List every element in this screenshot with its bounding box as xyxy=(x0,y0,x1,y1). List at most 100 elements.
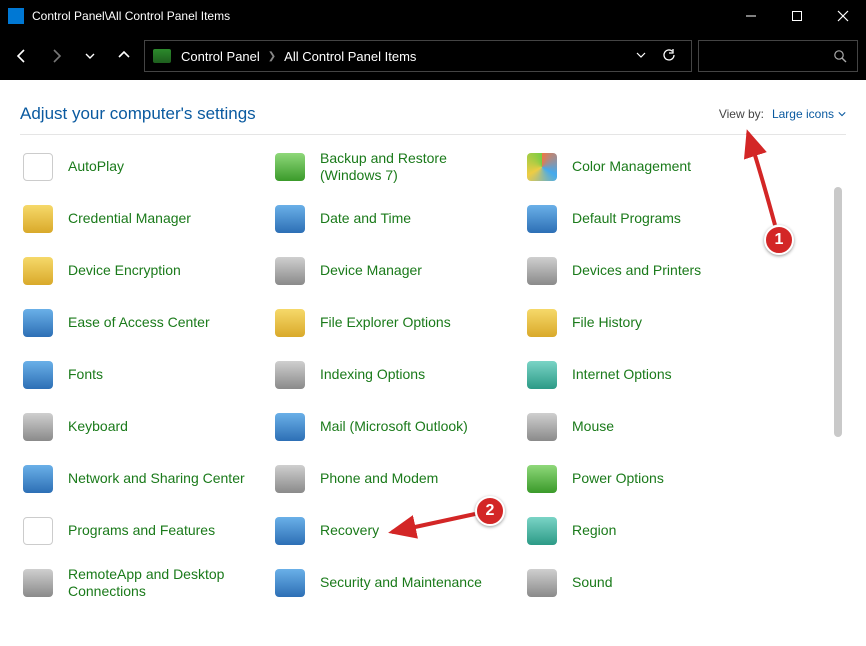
control-panel-item[interactable]: Mouse xyxy=(524,407,774,447)
content-area: Adjust your computer's settings View by:… xyxy=(0,80,866,646)
item-label: Mail (Microsoft Outlook) xyxy=(320,418,468,436)
breadcrumb-part[interactable]: All Control Panel Items xyxy=(284,49,416,64)
control-panel-item[interactable]: Programs and Features xyxy=(20,511,270,551)
item-label: Default Programs xyxy=(572,210,681,228)
window-controls xyxy=(728,0,866,32)
annotation-badge-1: 1 xyxy=(764,225,794,255)
item-icon xyxy=(20,255,56,287)
control-panel-item[interactable]: Security and Maintenance xyxy=(272,563,522,603)
item-label: Phone and Modem xyxy=(320,470,438,488)
control-panel-item[interactable]: Color Management xyxy=(524,147,774,187)
control-panel-item[interactable]: Device Encryption xyxy=(20,251,270,291)
address-dropdown-button[interactable] xyxy=(627,49,655,63)
control-panel-item[interactable]: Phone and Modem xyxy=(272,459,522,499)
nav-forward-button[interactable] xyxy=(42,42,70,70)
item-icon xyxy=(20,463,56,495)
item-icon xyxy=(524,567,560,599)
refresh-icon xyxy=(662,48,676,62)
item-icon xyxy=(272,203,308,235)
view-by-label: View by: xyxy=(719,107,764,121)
item-label: Sound xyxy=(572,574,612,592)
control-panel-item[interactable]: Devices and Printers xyxy=(524,251,774,291)
item-label: Ease of Access Center xyxy=(68,314,210,332)
control-panel-item[interactable]: Date and Time xyxy=(272,199,522,239)
item-label: Color Management xyxy=(572,158,691,176)
control-panel-item[interactable]: Power Options xyxy=(524,459,774,499)
item-icon xyxy=(524,359,560,391)
nav-recent-button[interactable] xyxy=(76,42,104,70)
item-label: Date and Time xyxy=(320,210,411,228)
item-label: Devices and Printers xyxy=(572,262,701,280)
close-icon xyxy=(837,10,849,22)
minimize-icon xyxy=(745,10,757,22)
view-by-value: Large icons xyxy=(772,107,834,121)
caret-down-icon xyxy=(838,110,846,118)
control-panel-item[interactable]: Mail (Microsoft Outlook) xyxy=(272,407,522,447)
maximize-icon xyxy=(791,10,803,22)
minimize-button[interactable] xyxy=(728,0,774,32)
item-label: Internet Options xyxy=(572,366,672,384)
control-panel-item[interactable]: Backup and Restore (Windows 7) xyxy=(272,147,522,187)
item-label: Indexing Options xyxy=(320,366,425,384)
control-panel-item[interactable]: File Explorer Options xyxy=(272,303,522,343)
arrow-right-icon xyxy=(48,48,64,64)
control-panel-item[interactable]: Region xyxy=(524,511,774,551)
annotation-badge-2: 2 xyxy=(475,496,505,526)
control-panel-icon xyxy=(153,49,171,63)
control-panel-item[interactable]: Keyboard xyxy=(20,407,270,447)
control-panel-item[interactable]: Indexing Options xyxy=(272,355,522,395)
item-icon xyxy=(524,411,560,443)
titlebar: Control Panel\All Control Panel Items xyxy=(0,0,866,32)
control-panel-item[interactable]: Default Programs xyxy=(524,199,774,239)
item-icon xyxy=(524,463,560,495)
item-icon xyxy=(272,411,308,443)
item-icon xyxy=(272,255,308,287)
nav-up-button[interactable] xyxy=(110,42,138,70)
search-input[interactable] xyxy=(698,40,858,72)
control-panel-items-grid: AutoPlay Backup and Restore (Windows 7) Co… xyxy=(20,147,846,603)
item-icon xyxy=(20,307,56,339)
control-panel-item[interactable]: Fonts xyxy=(20,355,270,395)
item-icon xyxy=(524,203,560,235)
breadcrumb-part[interactable]: Control Panel xyxy=(181,49,260,64)
item-label: Power Options xyxy=(572,470,664,488)
scrollbar-thumb[interactable] xyxy=(834,187,842,437)
item-icon xyxy=(272,463,308,495)
nav-back-button[interactable] xyxy=(8,42,36,70)
item-icon xyxy=(524,307,560,339)
control-panel-item[interactable]: Device Manager xyxy=(272,251,522,291)
page-title: Adjust your computer's settings xyxy=(20,104,719,124)
item-label: Fonts xyxy=(68,366,103,384)
item-label: Backup and Restore (Windows 7) xyxy=(320,150,500,185)
item-icon xyxy=(20,203,56,235)
item-label: Region xyxy=(572,522,616,540)
address-bar[interactable]: Control Panel ❯ All Control Panel Items xyxy=(144,40,692,72)
item-icon xyxy=(272,359,308,391)
item-label: AutoPlay xyxy=(68,158,124,176)
control-panel-item[interactable]: AutoPlay xyxy=(20,147,270,187)
item-label: File Explorer Options xyxy=(320,314,451,332)
close-button[interactable] xyxy=(820,0,866,32)
chevron-down-icon xyxy=(636,50,646,60)
item-label: Device Encryption xyxy=(68,262,181,280)
control-panel-item[interactable]: Sound xyxy=(524,563,774,603)
item-label: Security and Maintenance xyxy=(320,574,482,592)
refresh-button[interactable] xyxy=(655,48,683,65)
control-panel-item[interactable]: Ease of Access Center xyxy=(20,303,270,343)
maximize-button[interactable] xyxy=(774,0,820,32)
arrow-left-icon xyxy=(14,48,30,64)
control-panel-item[interactable]: RemoteApp and Desktop Connections xyxy=(20,563,270,603)
view-by-dropdown[interactable]: Large icons xyxy=(772,107,846,121)
item-icon xyxy=(524,515,560,547)
item-icon xyxy=(20,567,56,599)
item-icon xyxy=(272,151,308,183)
item-label: Mouse xyxy=(572,418,614,436)
item-icon xyxy=(524,151,560,183)
control-panel-item[interactable]: Credential Manager xyxy=(20,199,270,239)
item-label: Network and Sharing Center xyxy=(68,470,245,488)
scrollbar[interactable] xyxy=(832,147,844,637)
control-panel-item[interactable]: File History xyxy=(524,303,774,343)
window-title: Control Panel\All Control Panel Items xyxy=(32,9,728,23)
control-panel-item[interactable]: Network and Sharing Center xyxy=(20,459,270,499)
control-panel-item[interactable]: Internet Options xyxy=(524,355,774,395)
